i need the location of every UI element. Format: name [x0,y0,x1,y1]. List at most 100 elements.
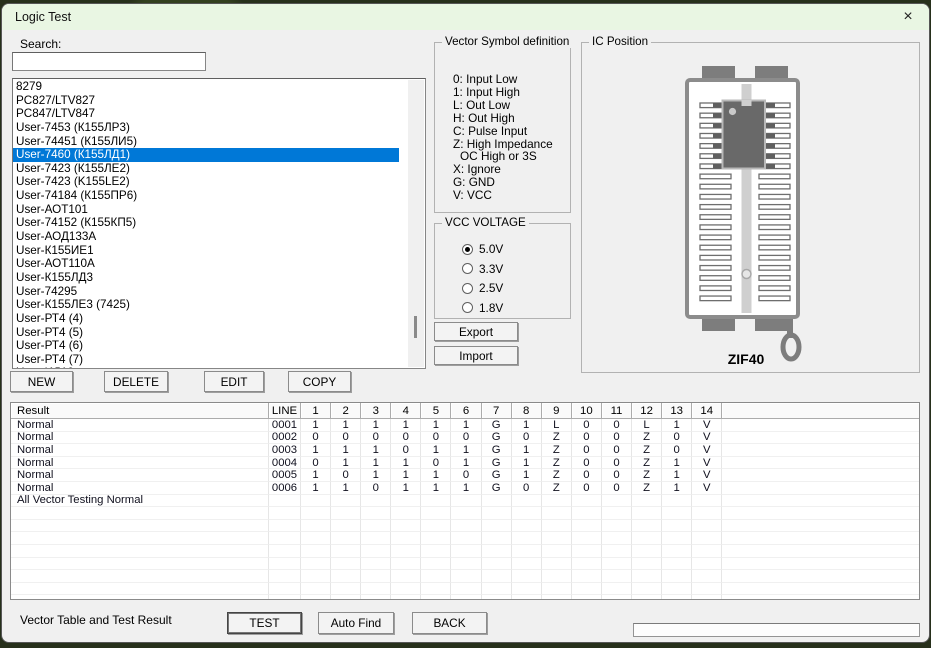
radio-icon[interactable] [462,244,473,255]
search-label: Search: [20,37,61,51]
list-item[interactable]: User-7453 (К155ЛР3) [13,121,399,135]
table-cell: V [692,444,722,457]
table-cell [722,457,919,470]
table-cell [602,520,632,533]
table-cell: 1 [301,469,331,482]
list-item[interactable]: User-К155ИЕ1 [13,244,399,258]
column-header: 11 [602,403,632,419]
table-cell: 1 [421,444,451,457]
table-cell [602,532,632,545]
table-cell [482,558,512,571]
table-cell [269,507,301,520]
vector-result-table[interactable]: ResultLINE1234567891011121314Normal00011… [10,402,920,600]
copy-button[interactable]: COPY [288,371,351,392]
list-item[interactable]: User-К155ЛЕ3 (7425) [13,298,399,312]
list-item[interactable]: User-АОТ101 [13,203,399,217]
list-item[interactable]: User-7423 (К155ЛЕ2) [13,162,399,176]
list-item[interactable]: User-АОТ110А [13,257,399,271]
list-item[interactable]: PC827/LTV827 [13,94,399,108]
edit-button[interactable]: EDIT [204,371,264,392]
table-cell [269,532,301,545]
close-icon[interactable]: × [891,4,925,30]
list-item[interactable]: User-74451 (К155ЛИ5) [13,135,399,149]
table-cell [11,520,269,533]
table-empty-row[interactable] [11,520,919,533]
table-cell [11,558,269,571]
vcc-option-2.5V[interactable]: 2.5V [462,280,503,296]
table-row[interactable]: Normal0003111011G1Z00Z0V [11,444,919,457]
radio-icon[interactable] [462,283,473,294]
table-cell: Normal [11,457,269,470]
titlebar[interactable]: Logic Test × [2,4,929,30]
table-cell: 0 [421,432,451,445]
list-scrollbar-thumb[interactable] [414,316,417,338]
table-empty-row[interactable] [11,532,919,545]
vcc-option-1.8V[interactable]: 1.8V [462,300,503,316]
table-empty-row[interactable] [11,545,919,558]
test-button[interactable]: TEST [227,612,302,634]
table-row[interactable]: Normal0005101110G1Z00Z1V [11,469,919,482]
table-cell [662,570,692,583]
vcc-option-3.3V[interactable]: 3.3V [462,261,503,277]
list-item[interactable]: PC847/LTV847 [13,107,399,121]
radio-icon[interactable] [462,263,473,274]
table-cell [361,595,391,600]
table-cell [572,545,602,558]
table-cell [421,495,451,508]
import-button[interactable]: Import [434,346,518,365]
table-cell [451,520,481,533]
list-scrollbar[interactable] [408,80,424,367]
table-empty-row[interactable] [11,583,919,596]
radio-icon[interactable] [462,302,473,313]
list-item[interactable]: User-АОД133А [13,230,399,244]
table-cell [602,558,632,571]
list-item[interactable]: 8279 [13,80,399,94]
logic-test-dialog: Logic Test × Search: 8279PC827/LTV827PC8… [1,3,930,643]
list-item[interactable]: User-РТ4 (5) [13,326,399,340]
list-item[interactable]: User-74152 (К155КП5) [13,216,399,230]
new-button[interactable]: NEW [10,371,73,392]
table-cell [331,558,361,571]
table-empty-row[interactable] [11,595,919,600]
table-cell [572,507,602,520]
table-cell [662,558,692,571]
auto-find-button[interactable]: Auto Find [318,612,394,634]
back-button[interactable]: BACK [412,612,487,634]
list-item[interactable]: User-К155ЛД3 [13,271,399,285]
table-cell [512,532,542,545]
table-cell: 0 [451,469,481,482]
table-row[interactable]: Normal0001111111G1L00L1V [11,419,919,432]
vcc-option-5.0V[interactable]: 5.0V [462,241,503,257]
table-cell [722,595,919,600]
table-row[interactable]: Normal0004011101G1Z00Z1V [11,457,919,470]
list-item[interactable]: User-ИД10 [13,366,399,369]
search-input[interactable] [12,52,206,71]
table-empty-row[interactable] [11,570,919,583]
chip-list[interactable]: 8279PC827/LTV827PC847/LTV847User-7453 (К… [12,78,426,369]
list-item[interactable]: User-74295 [13,285,399,299]
window-title: Logic Test [2,10,71,24]
table-cell [361,570,391,583]
export-button[interactable]: Export [434,322,518,341]
list-item[interactable]: User-РТ4 (4) [13,312,399,326]
delete-button[interactable]: DELETE [104,371,168,392]
table-cell [361,532,391,545]
table-row[interactable]: Normal0002000000G0Z00Z0V [11,432,919,445]
radio-label: 5.0V [479,242,503,256]
table-cell: 1 [331,444,361,457]
table-empty-row[interactable] [11,558,919,571]
table-cell: 0002 [269,432,301,445]
list-item[interactable]: User-74184 (К155ПР6) [13,189,399,203]
list-item[interactable]: User-РТ4 (6) [13,339,399,353]
table-cell [331,520,361,533]
table-cell [482,532,512,545]
table-empty-row[interactable] [11,507,919,520]
list-item[interactable]: User-7460 (К155ЛД1) [13,148,399,162]
table-cell: 0004 [269,457,301,470]
table-footer-row[interactable]: All Vector Testing Normal [11,495,919,508]
table-cell [269,570,301,583]
list-item[interactable]: User-7423 (K155LE2) [13,175,399,189]
column-header: 14 [692,403,722,419]
list-item[interactable]: User-РТ4 (7) [13,353,399,367]
table-row[interactable]: Normal0006110111G0Z00Z1V [11,482,919,495]
